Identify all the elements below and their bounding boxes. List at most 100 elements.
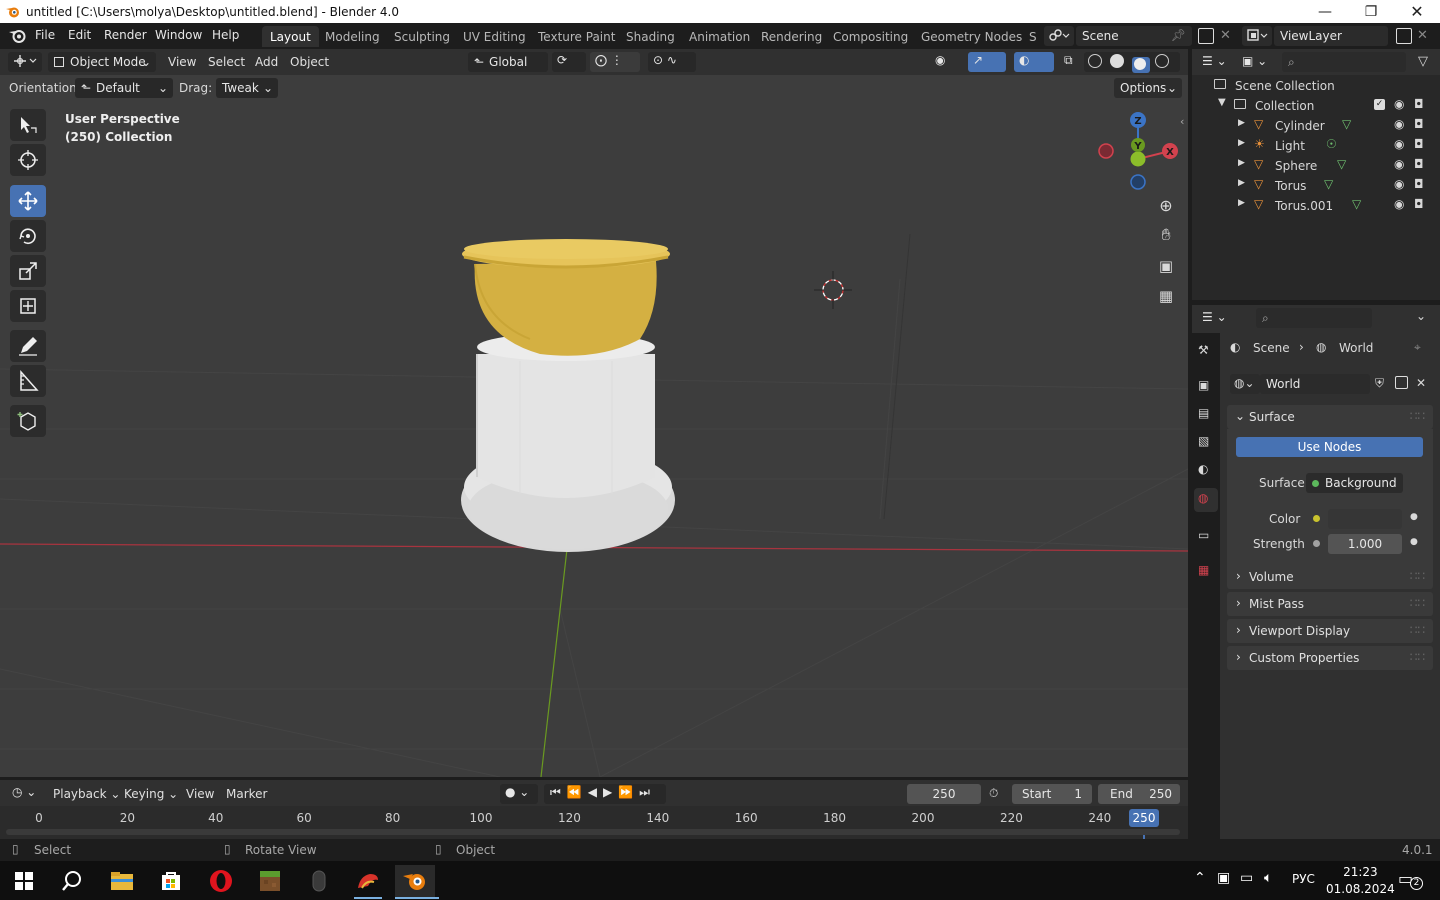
notifications-button[interactable]: ▭ 2 bbox=[1398, 869, 1423, 891]
strength-socket-icon[interactable] bbox=[1313, 540, 1320, 547]
rendered-shading-icon[interactable] bbox=[1155, 54, 1170, 68]
tab-modeling[interactable]: Modeling bbox=[317, 26, 388, 47]
collection-checkbox[interactable]: ✓ bbox=[1374, 99, 1385, 110]
tab-rendering[interactable]: Rendering bbox=[753, 26, 830, 47]
expand-arrow-icon[interactable]: ▶ bbox=[1238, 198, 1245, 208]
outliner-search-input[interactable]: ⌕ bbox=[1282, 52, 1406, 72]
tab-geometry-nodes[interactable]: Geometry Nodes bbox=[913, 26, 1030, 47]
breadcrumb-scene[interactable]: Scene bbox=[1253, 341, 1290, 355]
tab-uv-editing[interactable]: UV Editing bbox=[455, 26, 534, 47]
scale-tool-button[interactable] bbox=[10, 255, 46, 287]
timeline-menu-playback[interactable]: Playback ⌄ bbox=[53, 787, 120, 801]
delete-viewlayer-icon[interactable]: ✕ bbox=[1417, 28, 1428, 43]
viewport-scene[interactable]: Z X Y bbox=[0, 49, 1188, 777]
cylinder-object[interactable] bbox=[476, 333, 655, 498]
eye-icon[interactable]: ◉ bbox=[1394, 97, 1404, 111]
solid-shading-icon[interactable] bbox=[1109, 54, 1124, 68]
tab-layout[interactable]: Layout bbox=[262, 26, 319, 47]
outliner-editor-type-button[interactable]: ☰ ⌄ bbox=[1198, 52, 1234, 72]
camera-render-icon[interactable]: ◘ bbox=[1414, 137, 1424, 151]
expand-arrow-icon[interactable]: ▶ bbox=[1238, 158, 1245, 168]
minimize-button[interactable]: — bbox=[1302, 0, 1348, 23]
transform-orientation-selector[interactable]: ⬑ Global bbox=[468, 52, 548, 72]
zoom-button[interactable]: ⊕ bbox=[1153, 192, 1179, 218]
breadcrumb-world[interactable]: World bbox=[1339, 341, 1373, 355]
game-button[interactable] bbox=[348, 865, 388, 899]
xray-toggle[interactable]: ⧉ bbox=[1060, 52, 1080, 72]
tool-tab-icon[interactable]: ⚒︎ bbox=[1198, 343, 1209, 357]
mesh-data-icon[interactable]: ▽ bbox=[1337, 157, 1346, 171]
file-explorer-button[interactable] bbox=[102, 865, 142, 897]
menu-edit[interactable]: Edit bbox=[68, 28, 91, 42]
clock[interactable]: 21:23 01.08.2024 bbox=[1326, 864, 1395, 898]
drag-handle-icon[interactable]: ∷∷ bbox=[1410, 596, 1425, 610]
fake-user-shield-icon[interactable]: ⛨ bbox=[1375, 376, 1384, 391]
volume-panel-header[interactable]: › Volume ∷∷ bbox=[1227, 565, 1433, 589]
menu-window[interactable]: Window bbox=[155, 28, 202, 42]
sphere-object[interactable] bbox=[462, 239, 670, 356]
outliner-item-torus-001[interactable]: ▶ ▽ Torus.001 ▽ ◉ ◘ bbox=[1192, 197, 1440, 217]
sidebar-toggle-icon[interactable]: ‹ bbox=[1180, 115, 1184, 128]
tray-app-icon[interactable]: ▣ bbox=[1217, 870, 1230, 886]
outliner-scene-collection[interactable]: Scene Collection bbox=[1192, 77, 1440, 97]
eye-icon[interactable]: ◉ bbox=[1394, 117, 1404, 131]
drag-handle-icon[interactable]: ∷∷ bbox=[1410, 569, 1425, 583]
timeline-scrollbar[interactable] bbox=[6, 829, 1180, 835]
menu-help[interactable]: Help bbox=[212, 28, 239, 42]
opera-button[interactable] bbox=[201, 865, 241, 897]
end-frame-field[interactable]: End 250 bbox=[1098, 784, 1180, 804]
tray-expand-icon[interactable]: ⌃ bbox=[1194, 870, 1206, 886]
timeline-editor-type-button[interactable]: ◷ ⌄ bbox=[8, 783, 42, 803]
scene-type-button[interactable] bbox=[1044, 26, 1074, 46]
tab-scripting[interactable]: S bbox=[1021, 26, 1045, 47]
measure-tool-button[interactable] bbox=[10, 365, 46, 397]
blender-menu-icon[interactable] bbox=[9, 28, 26, 43]
eye-icon[interactable]: ◉ bbox=[1394, 177, 1404, 191]
menu-render[interactable]: Render bbox=[104, 28, 147, 42]
display-mode-button[interactable]: ▣ ⌄ bbox=[1238, 52, 1274, 72]
preview-range-icon[interactable]: ⏱ bbox=[989, 786, 998, 801]
options-dropdown[interactable]: Options ⌄ bbox=[1114, 78, 1182, 98]
world-name-field[interactable]: World bbox=[1260, 374, 1370, 394]
perspective-toggle-button[interactable]: ▦ bbox=[1153, 283, 1179, 309]
keyframe-dot-icon[interactable]: ● bbox=[1410, 537, 1418, 547]
tab-sculpting[interactable]: Sculpting bbox=[386, 26, 458, 47]
record-button[interactable]: ● ⌄ bbox=[500, 784, 538, 804]
use-nodes-button[interactable]: Use Nodes bbox=[1236, 437, 1423, 457]
world-tab-icon[interactable]: ◍ bbox=[1194, 488, 1218, 512]
collection-tab-icon[interactable]: ▭ bbox=[1198, 528, 1209, 542]
wireframe-shading-icon[interactable] bbox=[1088, 54, 1102, 68]
playback-controls[interactable]: ⏮⏪◀▶⏩⏭ bbox=[544, 784, 666, 804]
visibility-selector[interactable]: ◉ bbox=[930, 52, 964, 72]
network-icon[interactable]: ▭ bbox=[1240, 870, 1253, 886]
unlink-world-icon[interactable]: ✕ bbox=[1416, 376, 1426, 390]
orientation-dropdown[interactable]: ⬑ Default ⌄ bbox=[75, 78, 173, 98]
render-tab-icon[interactable]: ▣ bbox=[1198, 378, 1209, 392]
tab-compositing[interactable]: Compositing bbox=[825, 26, 916, 47]
chevron-down-icon[interactable]: ⌄ bbox=[1416, 309, 1426, 323]
drag-dropdown[interactable]: Tweak ⌄ bbox=[216, 78, 278, 98]
expand-arrow-icon[interactable]: ▶ bbox=[1238, 138, 1245, 148]
snap-toggle[interactable]: ⨀ ⋮ bbox=[590, 52, 640, 72]
outliner-item-light[interactable]: ▶ ☀ Light ☉ ◉ ◘ bbox=[1192, 137, 1440, 157]
camera-render-icon[interactable]: ◘ bbox=[1414, 177, 1424, 191]
overlay-toggle[interactable]: ◐ bbox=[1014, 52, 1054, 72]
world-browse-button[interactable]: ◍⌄ bbox=[1230, 374, 1260, 394]
gizmo-toggle[interactable]: ↗ bbox=[968, 52, 1006, 72]
timeline-menu-keying[interactable]: Keying ⌄ bbox=[124, 787, 178, 801]
expand-arrow-icon[interactable]: ▶ bbox=[1238, 178, 1245, 188]
material-shading-icon[interactable] bbox=[1131, 57, 1150, 73]
camera-render-icon[interactable]: ◘ bbox=[1414, 117, 1424, 131]
rotate-tool-button[interactable] bbox=[10, 220, 46, 252]
drag-handle-icon[interactable]: ∷∷ bbox=[1410, 650, 1425, 664]
shading-mode-group[interactable] bbox=[1084, 52, 1180, 73]
new-world-icon[interactable] bbox=[1395, 376, 1408, 389]
viewport-menu-object[interactable]: Object bbox=[290, 55, 329, 69]
viewport-menu-select[interactable]: Select bbox=[208, 55, 245, 69]
expand-arrow-icon[interactable]: ▶ bbox=[1238, 118, 1245, 128]
timeline-menu-view[interactable]: View bbox=[186, 787, 214, 801]
move-tool-button[interactable] bbox=[10, 185, 46, 217]
mist-pass-panel-header[interactable]: › Mist Pass ∷∷ bbox=[1227, 592, 1433, 616]
mesh-data-icon[interactable]: ▽ bbox=[1324, 177, 1333, 191]
menu-file[interactable]: File bbox=[35, 28, 55, 42]
